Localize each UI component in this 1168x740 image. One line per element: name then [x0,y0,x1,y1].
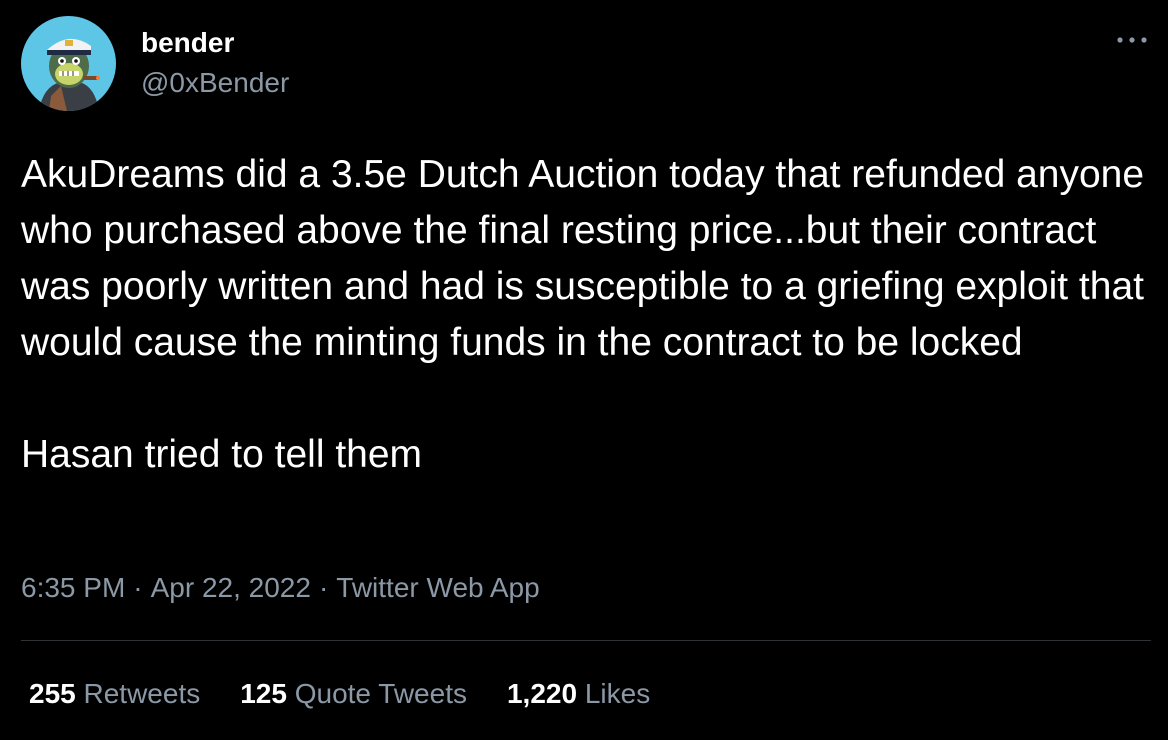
ape-avatar-icon[interactable] [21,16,116,111]
tweet-date[interactable]: Apr 22, 2022 [151,572,311,603]
tweet-time[interactable]: 6:35 PM [21,572,125,603]
likes-count: 1,220 [506,678,578,709]
retweets-stat[interactable]: 255 Retweets [29,676,200,712]
author-handle[interactable]: @0xBender [141,66,289,100]
meta-separator: · [318,572,329,603]
retweets-label: Retweets [83,678,201,709]
tweet-text: AkuDreams did a 3.5e Dutch Auction today… [21,147,1151,483]
meta-separator: · [133,572,143,603]
quotes-count: 125 [240,678,287,709]
quotes-label: Quote Tweets [294,678,467,709]
tweet-meta: 6:35 PM · Apr 22, 2022 · Twitter Web App [21,570,540,606]
author-display-name[interactable]: bender [141,26,234,60]
likes-stat[interactable]: 1,220 Likes [507,676,650,712]
tweet-stats: 255 Retweets 125 Quote Tweets 1,220 Like… [29,676,650,712]
tweet-source[interactable]: Twitter Web App [336,572,539,603]
more-horizontal-icon[interactable] [1114,30,1150,50]
tweet-paragraph: Hasan tried to tell them [21,433,423,476]
retweets-count: 255 [29,678,76,709]
quote-tweets-stat[interactable]: 125 Quote Tweets [240,676,467,712]
likes-label: Likes [584,678,651,709]
tweet-paragraph: AkuDreams did a 3.5e Dutch Auction today… [21,153,1145,364]
divider [21,640,1151,641]
tweet-card: bender @0xBender AkuDreams did a 3.5e Du… [0,0,1168,740]
